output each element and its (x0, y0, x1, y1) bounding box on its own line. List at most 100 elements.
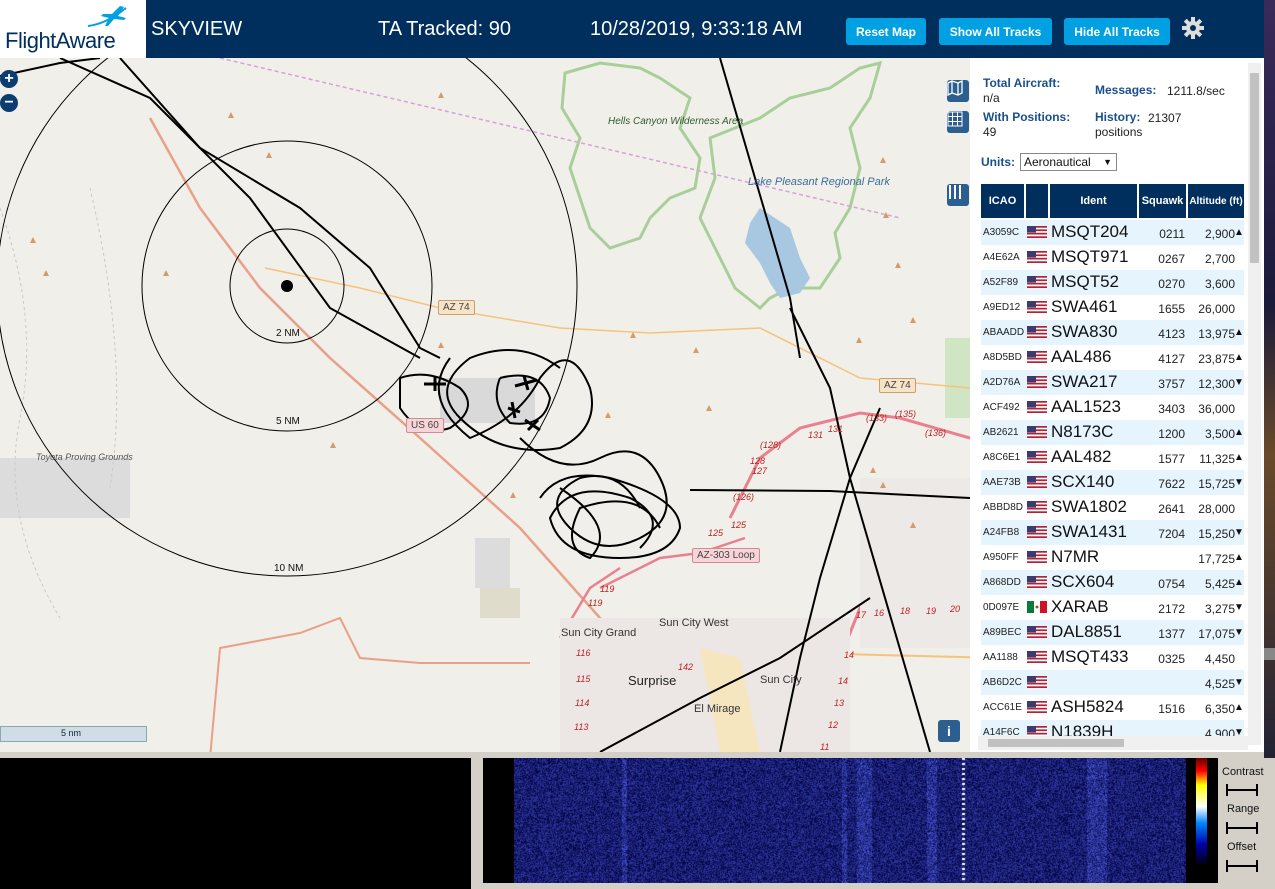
contrast-slider[interactable] (1226, 784, 1258, 796)
route-number: (133) (866, 413, 888, 423)
column-header-flag[interactable] (1026, 184, 1048, 218)
us-flag-icon (1027, 701, 1047, 713)
altitude-trend-icon: ▼ (1234, 377, 1244, 388)
route-number: 119 (588, 598, 603, 608)
table-row[interactable]: A950FF N7MR 17,725 ▲ (981, 545, 1244, 570)
table-row[interactable]: A868DD SCX604 0754 5,425 ▲ (981, 570, 1244, 595)
total-aircraft-value: n/a (983, 91, 1000, 105)
ident-cell: SWA1431 (1051, 522, 1127, 541)
horizontal-scroll-thumb[interactable] (988, 739, 1124, 747)
reset-map-button[interactable]: Reset Map (846, 18, 926, 45)
grid-icon (947, 111, 963, 127)
table-row[interactable]: 0D097E XARAB 2172 3,275 ▼ (981, 595, 1244, 620)
squawk-cell: 1200 (1158, 427, 1185, 441)
altitude-cell: 23,875 (1198, 352, 1235, 366)
ident-cell: SWA830 (1051, 322, 1118, 341)
altitude-cell: 17,075 (1198, 627, 1235, 641)
table-row[interactable]: ABBD8D SWA1802 2641 28,000 (981, 495, 1244, 520)
icao-cell: A8D5BD (983, 352, 1022, 363)
table-row[interactable]: ACF492 AAL1523 3403 36,000 (981, 395, 1244, 420)
map-layers-button[interactable] (947, 80, 969, 102)
table-row[interactable]: A24FB8 SWA1431 7204 15,250 ▼ (981, 520, 1244, 545)
squawk-cell: 0325 (1158, 652, 1185, 666)
column-header-icao[interactable]: ICAO (981, 184, 1024, 218)
gear-icon[interactable] (1181, 16, 1205, 40)
us-flag-icon (1027, 676, 1047, 688)
route-number: 131 (828, 424, 844, 434)
table-row[interactable]: A89BEC DAL8851 1377 17,075 ▼ (981, 620, 1244, 645)
column-header-altitude[interactable]: Altitude (ft) (1188, 184, 1244, 218)
units-label: Units: (981, 155, 1015, 169)
squawk-cell: 1377 (1158, 627, 1185, 641)
squawk-cell: 7204 (1158, 527, 1185, 541)
icao-cell: ACC61E (983, 702, 1022, 713)
altitude-cell: 28,000 (1198, 502, 1235, 516)
offset-slider[interactable] (1226, 860, 1258, 872)
hide-all-tracks-button[interactable]: Hide All Tracks (1064, 18, 1170, 45)
history-unit: positions (1095, 125, 1143, 139)
route-number: 131 (808, 430, 824, 440)
contrast-label: Contrast (1222, 766, 1264, 778)
icao-cell: A24FB8 (983, 527, 1020, 538)
place-sun-city-grand: Sun City Grand (561, 627, 637, 639)
waterfall-display (514, 758, 1186, 883)
units-select[interactable]: Aeronautical ▼ (1020, 153, 1117, 171)
range-label: Range (1227, 803, 1260, 815)
columns-icon (949, 185, 961, 199)
show-all-tracks-button[interactable]: Show All Tracks (939, 18, 1052, 45)
squawk-cell: 2172 (1158, 602, 1185, 616)
flightaware-logo[interactable]: FlightAware (0, 0, 146, 58)
ring-label-2nm: 2 NM (276, 328, 300, 339)
table-row[interactable]: A8D5BD AAL486 4127 23,875 ▲ (981, 345, 1244, 370)
road-shield-az74: AZ 74 (438, 300, 475, 315)
route-number: 125 (731, 520, 747, 530)
columns-toggle-button[interactable] (947, 184, 969, 206)
ident-cell: MSQT204 (1051, 222, 1129, 241)
route-number: 115 (576, 674, 591, 684)
vertical-scrollbar[interactable] (1248, 63, 1261, 745)
ident-cell: MSQT433 (1051, 647, 1129, 666)
route-number: 127 (752, 466, 768, 476)
column-header-ident[interactable]: Ident (1050, 184, 1137, 218)
current-datetime: 10/28/2019, 9:33:18 AM (590, 18, 803, 40)
map-view[interactable]: + − 2 NM 5 NM 10 NM Hells Canyon Wildern… (0, 58, 970, 752)
table-row[interactable]: A8C6E1 AAL482 1577 11,325 ▲ (981, 445, 1244, 470)
grid-toggle-button[interactable] (947, 111, 969, 133)
altitude-trend-icon: ▼ (1234, 677, 1244, 688)
column-header-squawk[interactable]: Squawk (1139, 184, 1186, 218)
table-row[interactable]: A52F89 MSQT52 0270 3,600 (981, 270, 1244, 295)
road-shield-az74: AZ 74 (879, 378, 916, 393)
table-row[interactable]: AAE73B SCX140 7622 15,725 ▼ (981, 470, 1244, 495)
vertical-scroll-thumb[interactable] (1250, 73, 1259, 263)
route-number: (135) (895, 409, 917, 419)
route-number: 114 (575, 698, 590, 708)
route-number: 128 (750, 456, 766, 466)
with-positions-value: 49 (983, 125, 997, 139)
map-canvas[interactable] (0, 58, 970, 752)
place-surprise: Surprise (628, 673, 677, 688)
altitude-cell: 12,300 (1198, 377, 1235, 391)
us-flag-icon (1027, 526, 1047, 538)
table-row[interactable]: ACC61E ASH5824 1516 6,350 ▲ (981, 695, 1244, 720)
table-row[interactable]: AB2621 N8173C 1200 3,500 ▲ (981, 420, 1244, 445)
table-row[interactable]: A3059C MSQT204 0211 2,900 ▲ (981, 220, 1244, 245)
zoom-out-button[interactable]: − (0, 94, 18, 112)
altitude-trend-icon: ▲ (1234, 577, 1244, 588)
info-button[interactable]: i (938, 720, 960, 742)
range-slider[interactable] (1226, 822, 1258, 834)
icao-cell: A8C6E1 (983, 452, 1021, 463)
background-window-edge (1264, 0, 1275, 758)
us-flag-icon (1027, 351, 1047, 363)
table-row[interactable]: ABAADD SWA830 4123 13,975 ▲ (981, 320, 1244, 345)
table-row[interactable]: AA1188 MSQT433 0325 4,450 (981, 645, 1244, 670)
altitude-cell: 3,500 (1204, 427, 1235, 441)
table-row[interactable]: AB6D2C 4,525 ▼ (981, 670, 1244, 695)
messages-label: Messages: (1095, 83, 1157, 97)
horizontal-scrollbar[interactable] (978, 736, 1248, 750)
icao-cell: A3059C (983, 227, 1020, 238)
ident-cell: XARAB (1051, 597, 1109, 616)
table-row[interactable]: A9ED12 SWA461 1655 26,000 (981, 295, 1244, 320)
table-row[interactable]: A2D76A SWA217 3757 12,300 ▼ (981, 370, 1244, 395)
zoom-in-button[interactable]: + (0, 70, 18, 88)
table-row[interactable]: A4E62A MSQT971 0267 2,700 (981, 245, 1244, 270)
